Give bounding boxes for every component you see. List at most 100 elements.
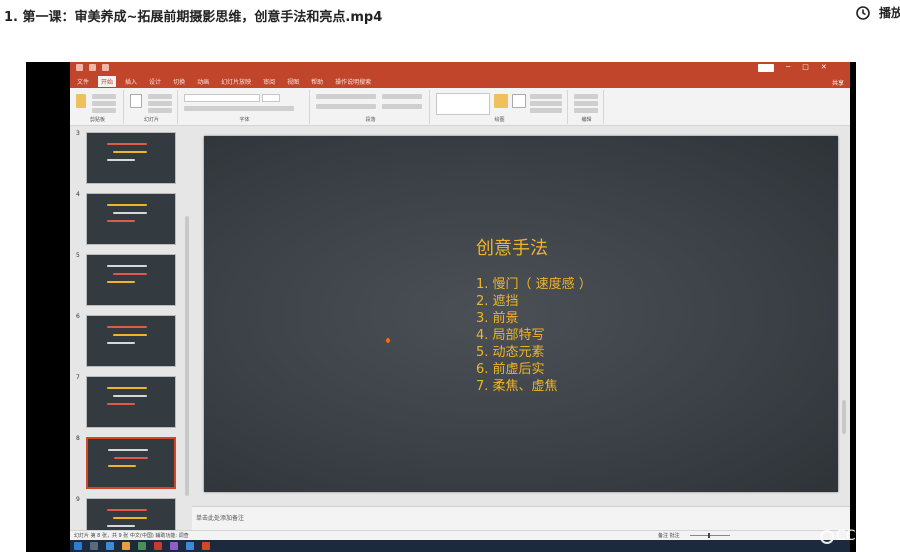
watermark: CCtalk (836, 528, 882, 544)
shape-effects-button[interactable] (530, 108, 562, 113)
ribbon-tab[interactable]: 插入 (122, 76, 140, 87)
taskbar-app-icon[interactable] (186, 542, 194, 550)
editor-scrollbar[interactable] (840, 126, 848, 506)
slide-thumbnail-preview[interactable] (86, 193, 176, 245)
video-letterbox-right (850, 62, 856, 552)
text-direction-button[interactable] (382, 94, 422, 99)
font-family-select[interactable] (184, 94, 260, 102)
ribbon-group-drawing: 绘图 (432, 90, 568, 124)
find-button[interactable] (574, 94, 598, 99)
video-title: 1. 第一课：审美养成~拓展前期摄影思维，创意手法和亮点.mp4 (4, 10, 383, 25)
slide-thumbnail[interactable]: 7 (70, 374, 192, 432)
ribbon-tab[interactable]: 审阅 (260, 76, 278, 87)
section-button[interactable] (148, 108, 172, 113)
taskbar-app-icon[interactable] (122, 542, 130, 550)
thumbnails-scrollbar[interactable] (184, 126, 190, 530)
layout-button[interactable] (148, 94, 172, 99)
ribbon-tabs: 文件 开始 插入 设计 切换 动画 幻灯片放映 审阅 视图 帮助 操作说明搜索 共享 (70, 75, 850, 88)
slide-thumbnail-preview[interactable] (86, 437, 176, 489)
history-button[interactable]: 播放 (855, 4, 900, 21)
shape-outline-button[interactable] (530, 101, 562, 106)
select-button[interactable] (574, 108, 598, 113)
slide-thumbnail-preview[interactable] (86, 498, 176, 530)
slide-bullet-item: 5. 动态元素 (476, 345, 545, 360)
shapes-gallery[interactable] (436, 93, 490, 115)
thumbnails-scroll-thumb[interactable] (185, 216, 189, 496)
slide-thumbnail-preview[interactable] (86, 376, 176, 428)
ribbon-tab[interactable]: 开始 (98, 76, 117, 87)
save-icon[interactable] (76, 64, 83, 71)
replace-button[interactable] (574, 101, 598, 106)
taskbar-app-icon[interactable] (106, 542, 114, 550)
notes-pane[interactable]: 单击此处添加备注 (192, 506, 850, 530)
smartart-button[interactable] (382, 104, 422, 109)
slide-thumbnail-number: 3 (76, 130, 80, 137)
ribbon-group-clipboard: 剪贴板 (72, 90, 124, 124)
slide-thumbnail[interactable]: 4 (70, 191, 192, 249)
cctalk-logo-icon (820, 530, 834, 544)
ribbon-tab[interactable]: 帮助 (308, 76, 326, 87)
slide-bullet-item: 7. 柔焦、虚焦 (476, 379, 558, 394)
taskbar-app-icon[interactable] (154, 542, 162, 550)
undo-icon[interactable] (89, 64, 96, 71)
ribbon-group-slides: 幻灯片 (126, 90, 178, 124)
taskbar-app-icon[interactable] (170, 542, 178, 550)
thumbnail-text-line (107, 403, 135, 405)
ribbon-group-font: 字体 (180, 90, 310, 124)
maximize-icon[interactable]: □ (802, 63, 809, 71)
ribbon-tab[interactable]: 设计 (146, 76, 164, 87)
ribbon-tab[interactable]: 视图 (284, 76, 302, 87)
font-format-buttons[interactable] (184, 106, 294, 111)
minimize-icon[interactable]: ─ (786, 63, 790, 71)
slide-thumbnail[interactable]: 9 (70, 496, 192, 530)
close-icon[interactable]: ✕ (821, 63, 827, 71)
slide-bullet-item: 6. 前虚后实 (476, 362, 545, 377)
ribbon-tab[interactable]: 动画 (194, 76, 212, 87)
thumbnail-text-line (107, 265, 147, 267)
quick-styles-icon[interactable] (512, 94, 526, 108)
slide-thumbnail[interactable]: 5 (70, 252, 192, 310)
copy-button[interactable] (92, 101, 116, 106)
redo-icon[interactable] (102, 64, 109, 71)
slide-thumbnail[interactable]: 6 (70, 313, 192, 371)
list-buttons[interactable] (316, 94, 376, 99)
new-slide-icon[interactable] (130, 94, 142, 108)
login-button[interactable] (758, 64, 774, 72)
ribbon-group-editing: 编辑 (570, 90, 604, 124)
ribbon-tab[interactable]: 操作说明搜索 (332, 76, 374, 87)
editor-scroll-thumb[interactable] (842, 400, 846, 434)
thumbnail-text-line (113, 334, 147, 336)
ribbon-tab[interactable]: 切换 (170, 76, 188, 87)
slide-thumbnail-preview[interactable] (86, 254, 176, 306)
zoom-slider[interactable] (689, 533, 730, 538)
thumbnail-text-line (113, 395, 147, 397)
windows-start-icon[interactable] (74, 542, 82, 550)
arrange-icon[interactable] (494, 94, 508, 108)
reset-button[interactable] (148, 101, 172, 106)
ribbon-group-label: 段落 (365, 117, 376, 123)
status-slide-info: 幻灯片 第 8 张，共 9 张 中文(中国) 辅助功能: 调查 (74, 533, 189, 539)
cut-button[interactable] (92, 94, 116, 99)
font-size-select[interactable] (262, 94, 280, 102)
current-slide[interactable]: 创意手法 1. 慢门（ 速度感 ） 2. 遮挡 3. 前景 4. 局部特写 5.… (204, 136, 838, 492)
align-buttons[interactable] (316, 104, 376, 109)
share-button[interactable]: 共享 (832, 78, 844, 87)
ribbon-group-paragraph: 段落 (312, 90, 430, 124)
slide-bullet-item: 4. 局部特写 (476, 328, 545, 343)
thumbnail-text-line (113, 212, 147, 214)
paste-icon[interactable] (76, 94, 86, 108)
slide-thumbnail[interactable]: 3 (70, 130, 192, 188)
format-painter-button[interactable] (92, 108, 116, 113)
search-icon[interactable] (90, 542, 98, 550)
powerpoint-taskbar-icon[interactable] (202, 542, 210, 550)
ribbon-tab[interactable]: 幻灯片放映 (218, 76, 254, 87)
shape-fill-button[interactable] (530, 94, 562, 99)
slide-thumbnail[interactable]: 8 (70, 435, 192, 493)
slide-thumbnail-number: 7 (76, 374, 80, 381)
ribbon-tab[interactable]: 文件 (74, 76, 92, 87)
slide-thumbnail-preview[interactable] (86, 132, 176, 184)
slide-thumbnail-preview[interactable] (86, 315, 176, 367)
mouse-cursor (386, 338, 390, 343)
notes-comments-toggle[interactable]: 备注 批注 (658, 532, 680, 539)
taskbar-app-icon[interactable] (138, 542, 146, 550)
